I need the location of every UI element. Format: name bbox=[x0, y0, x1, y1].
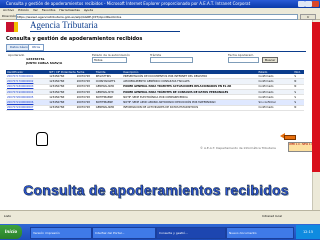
nif-label: Apoderado bbox=[8, 53, 25, 57]
side-decoration bbox=[312, 22, 320, 172]
window-title: Consulta y gestión de apoderamientos rec… bbox=[6, 1, 251, 6]
apoderamientos-table: Identificador NIF / CIF Poderdante Fecha… bbox=[6, 70, 304, 112]
section-divider bbox=[6, 51, 306, 52]
start-button[interactable]: Inicio bbox=[0, 225, 22, 239]
row-id-link[interactable]: 2007072200000007 bbox=[6, 105, 49, 112]
caption-title: Consulta de apoderamientos recibidos bbox=[23, 182, 289, 199]
close-button[interactable] bbox=[312, 1, 319, 7]
status-bar: Listo Intranet local bbox=[0, 210, 320, 225]
buscar-button[interactable]: Buscar bbox=[262, 57, 279, 63]
footer-copyright: © A.E.A.T. Departamento de Informática T… bbox=[200, 146, 276, 150]
agency-logo bbox=[6, 22, 30, 32]
estado-select[interactable]: Todos bbox=[92, 57, 127, 63]
version-badge: WEB 1.0 - NEW 1.0 bbox=[288, 142, 314, 152]
status-text: Listo bbox=[4, 214, 12, 218]
orange-arrow-icon bbox=[280, 133, 296, 140]
name-value: JUNTO CABLA SUAV/A bbox=[26, 61, 63, 65]
security-zone: Intranet local bbox=[262, 214, 282, 218]
row-descripcion: INFORMACIÓN DE ACTIVIDADES DE DATOS ESTA… bbox=[122, 105, 258, 112]
tramite-input[interactable] bbox=[150, 57, 193, 63]
row-fecha: 20070728 bbox=[75, 105, 95, 112]
task-version-impresion[interactable]: Versión impresión bbox=[30, 227, 92, 239]
col-nif[interactable]: NIF / CIF Poderdante bbox=[48, 70, 76, 74]
page-content: Agencia Tributaria Consulta y gestión de… bbox=[0, 20, 314, 210]
task-interfaz-portal[interactable]: Interfaz del Portal... bbox=[92, 227, 156, 239]
row-nif: 12345678Z bbox=[48, 105, 76, 112]
hand-cursor-icon bbox=[36, 132, 48, 146]
maximize-button[interactable] bbox=[305, 1, 312, 7]
taskbar: Inicio Versión impresión Interfaz del Po… bbox=[0, 224, 320, 240]
row-mod: N bbox=[293, 105, 304, 112]
tab-otros[interactable]: Otros bbox=[28, 44, 45, 51]
address-label: Dirección bbox=[2, 14, 17, 18]
fecha-input[interactable] bbox=[228, 57, 259, 63]
table-row[interactable]: 2007072200000007 12345678Z 20070728 GENE… bbox=[6, 105, 304, 112]
brand-divider bbox=[30, 31, 180, 32]
minimize-button[interactable] bbox=[298, 1, 305, 7]
row-estado: Confirmado bbox=[257, 105, 294, 112]
task-nuevo-documento[interactable]: Nuevo documento bbox=[226, 227, 294, 239]
window-title-bar: Consulta y gestión de apoderamientos rec… bbox=[0, 0, 320, 8]
row-tramite: GENERALISIMI bbox=[94, 105, 123, 112]
task-consulta-gestion[interactable]: Consulta y gestió... bbox=[156, 227, 226, 239]
address-bar: Dirección https://www2.agenciatributaria… bbox=[0, 13, 320, 20]
page-title: Consulta y gestión de apoderamientos rec… bbox=[6, 36, 143, 42]
system-clock: 12:15 bbox=[296, 225, 320, 239]
brand-name: Agencia Tributaria bbox=[30, 20, 98, 30]
